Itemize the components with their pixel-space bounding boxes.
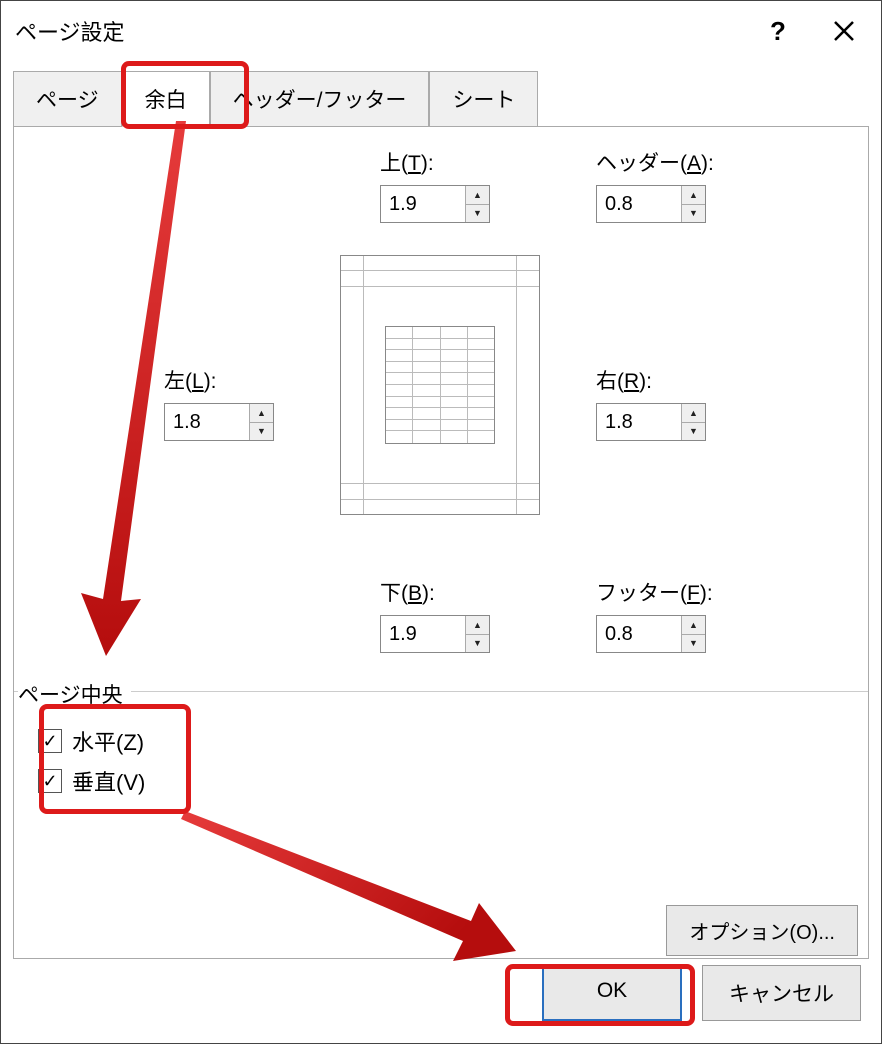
spinner-up-icon[interactable]: ▲ — [682, 404, 705, 423]
center-vertical-label: 垂直(V) — [72, 765, 145, 797]
spinner-up-icon[interactable]: ▲ — [682, 616, 705, 635]
spinner-down-icon[interactable]: ▼ — [466, 635, 489, 653]
right-label: 右(R): — [596, 365, 706, 395]
center-vertical-checkbox[interactable]: ✓ 垂直(V) — [38, 765, 145, 797]
section-divider — [14, 691, 868, 692]
header-spinner[interactable]: 0.8 ▲▼ — [596, 185, 706, 223]
tab-page[interactable]: ページ — [13, 71, 122, 126]
spinner-down-icon[interactable]: ▼ — [682, 205, 705, 223]
spinner-up-icon[interactable]: ▲ — [466, 616, 489, 635]
dialog-footer: OK キャンセル — [1, 949, 881, 1043]
center-horizontal-checkbox[interactable]: ✓ 水平(Z) — [38, 725, 145, 757]
header-label: ヘッダー(A): — [596, 147, 714, 177]
tab-sheet[interactable]: シート — [429, 71, 538, 126]
help-button[interactable]: ? — [755, 8, 801, 54]
spinner-down-icon[interactable]: ▼ — [466, 205, 489, 223]
top-label: 上(T): — [380, 147, 490, 177]
close-icon — [833, 20, 855, 42]
tab-bar: ページ 余白 ヘッダー/フッター シート — [13, 71, 869, 127]
check-icon: ✓ — [42, 732, 57, 750]
window-title: ページ設定 — [15, 15, 735, 47]
cancel-button[interactable]: キャンセル — [702, 965, 861, 1021]
spinner-up-icon[interactable]: ▲ — [250, 404, 273, 423]
left-spinner[interactable]: 1.8 ▲▼ — [164, 403, 274, 441]
bottom-spinner[interactable]: 1.9 ▲▼ — [380, 615, 490, 653]
ok-button[interactable]: OK — [542, 965, 682, 1021]
spinner-up-icon[interactable]: ▲ — [682, 186, 705, 205]
left-label: 左(L): — [164, 365, 274, 395]
tab-margins[interactable]: 余白 — [122, 71, 210, 127]
tab-content: 上(T): 1.9 ▲▼ ヘッダー(A): 0.8 ▲▼ 左(L): 1.8 — [13, 127, 869, 959]
spinner-down-icon[interactable]: ▼ — [682, 635, 705, 653]
margin-preview — [340, 255, 540, 515]
center-horizontal-label: 水平(Z) — [72, 725, 144, 757]
spinner-down-icon[interactable]: ▼ — [682, 423, 705, 441]
center-section-title: ページ中央 — [18, 679, 131, 709]
margin-controls: 上(T): 1.9 ▲▼ ヘッダー(A): 0.8 ▲▼ 左(L): 1.8 — [34, 147, 848, 667]
top-spinner[interactable]: 1.9 ▲▼ — [380, 185, 490, 223]
spinner-down-icon[interactable]: ▼ — [250, 423, 273, 441]
footer-spinner[interactable]: 0.8 ▲▼ — [596, 615, 706, 653]
spinner-up-icon[interactable]: ▲ — [466, 186, 489, 205]
footer-label: フッター(F): — [596, 577, 713, 607]
close-button[interactable] — [821, 8, 867, 54]
right-spinner[interactable]: 1.8 ▲▼ — [596, 403, 706, 441]
tab-header-footer[interactable]: ヘッダー/フッター — [210, 71, 430, 126]
check-icon: ✓ — [42, 772, 57, 790]
bottom-label: 下(B): — [380, 577, 490, 607]
title-bar: ページ設定 ? — [1, 1, 881, 61]
